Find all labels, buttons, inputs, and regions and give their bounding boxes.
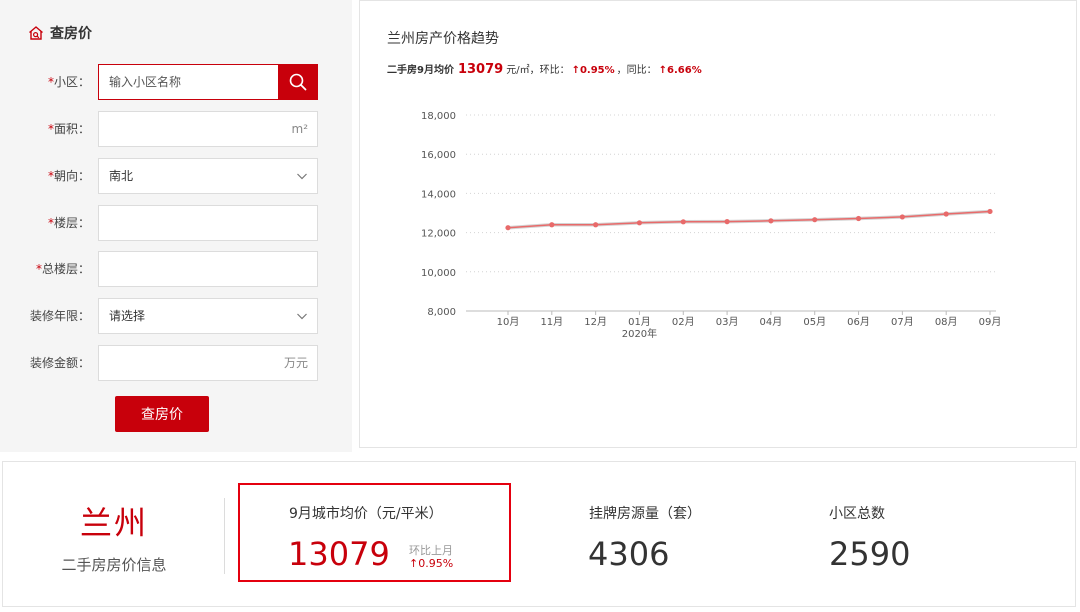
y-tick-label: 10,000 [421, 268, 456, 279]
data-point [680, 219, 686, 225]
renovation-cost-field[interactable]: 万元 [98, 345, 318, 381]
x-tick-label: 05月 [803, 316, 826, 328]
renovation-cost-label: 装修金额： [29, 356, 90, 370]
data-point [593, 222, 599, 228]
avg-price-label: 9月城市均价（元/平米） [289, 506, 443, 522]
floor-field[interactable] [98, 205, 318, 241]
orientation-label: *朝向： [47, 169, 90, 183]
x-tick-label: 04月 [760, 316, 783, 328]
data-point [899, 214, 905, 220]
x-tick-label: 10月 [497, 316, 520, 328]
x-tick-label: 06月 [847, 316, 870, 328]
x-year-label: 2020年 [622, 327, 657, 340]
data-point [768, 218, 774, 224]
data-point [549, 222, 555, 228]
change-value: ↑0.95% [409, 557, 454, 570]
city-name: 兰州 [79, 504, 148, 542]
x-tick-label: 09月 [979, 316, 1002, 328]
renovation-years-value: 请选择 [109, 309, 146, 323]
area-input[interactable] [99, 112, 317, 146]
total-floors-row: *总楼层： [0, 251, 352, 287]
x-tick-label: 07月 [891, 316, 914, 328]
city-subtitle: 二手房房价信息 [61, 556, 167, 574]
area-row: *面积： m² [0, 111, 352, 147]
search-icon [289, 73, 307, 91]
data-point [724, 219, 730, 225]
area-unit: m² [291, 122, 309, 136]
communities-value: 2590 [829, 535, 911, 573]
community-search-input[interactable] [99, 65, 279, 99]
data-point [812, 217, 818, 223]
avg-price-value: 13079 [288, 535, 390, 573]
change-label: 环比上月 [409, 544, 453, 557]
y-tick-label: 14,000 [421, 189, 456, 200]
house-search-icon [29, 26, 43, 40]
renovation-cost-unit: 万元 [283, 356, 308, 370]
listings-label: 挂牌房源量（套） [589, 506, 701, 522]
x-tick-label: 03月 [716, 316, 739, 328]
community-field [98, 64, 318, 100]
data-point [855, 215, 862, 222]
y-tick-label: 18,000 [421, 111, 456, 122]
community-label: *小区： [47, 75, 90, 89]
search-button[interactable] [278, 64, 318, 100]
avg-price-change: 环比上月 ↑0.95% [409, 544, 453, 570]
floor-label: *楼层： [47, 216, 90, 230]
renovation-years-row: 装修年限： 请选择 [0, 298, 352, 334]
price-trend-chart: 8,000 10,000 12,000 14,000 16,000 18,000 10月 11… [421, 111, 1002, 340]
area-label: *面积： [47, 122, 90, 136]
x-tick-label: 11月 [540, 316, 563, 328]
price-query-form: 查房价 *小区： *面积： m² *朝向： 南北 *楼 [0, 0, 352, 452]
chevron-down-icon [297, 173, 307, 180]
community-row: *小区： [0, 64, 352, 100]
total-floors-label: *总楼层： [35, 262, 90, 276]
y-tick-label: 12,000 [421, 229, 456, 240]
floor-row: *楼层： [0, 205, 352, 241]
x-tick-label: 01月 [628, 316, 651, 328]
floor-input[interactable] [99, 206, 317, 240]
form-title: 查房价 [50, 26, 92, 42]
orientation-value: 南北 [109, 169, 134, 183]
x-tick-label: 02月 [672, 316, 695, 328]
chevron-down-icon [297, 313, 307, 320]
stats-strip: 兰州 二手房房价信息 9月城市均价（元/平米） 13079 环比上月 ↑0.95… [2, 461, 1076, 607]
total-floors-input[interactable] [99, 252, 317, 286]
renovation-years-label: 装修年限： [29, 309, 90, 323]
orientation-row: *朝向： 南北 [0, 158, 352, 194]
renovation-cost-row: 装修金额： 万元 [0, 345, 352, 381]
renovation-years-select[interactable]: 请选择 [98, 298, 318, 334]
divider [224, 498, 225, 574]
y-tick-label: 8,000 [427, 307, 456, 318]
data-point [636, 220, 643, 226]
x-tick-label: 08月 [935, 316, 958, 328]
form-header: 查房价 [28, 22, 92, 44]
orientation-select[interactable]: 南北 [98, 158, 318, 194]
communities-label: 小区总数 [829, 506, 885, 522]
data-point [987, 208, 993, 215]
total-floors-field[interactable] [98, 251, 318, 287]
data-point [505, 225, 511, 231]
price-trend-panel: 兰州房产价格趋势 二手房9月均价 13079 元/㎡，环比： ↑0.95% ，同… [359, 0, 1077, 448]
y-tick-label: 16,000 [421, 150, 456, 161]
query-price-button[interactable]: 查房价 [115, 396, 209, 432]
area-field[interactable]: m² [98, 111, 318, 147]
data-point [943, 211, 949, 217]
x-tick-label: 12月 [584, 316, 607, 328]
listings-value: 4306 [588, 535, 670, 573]
